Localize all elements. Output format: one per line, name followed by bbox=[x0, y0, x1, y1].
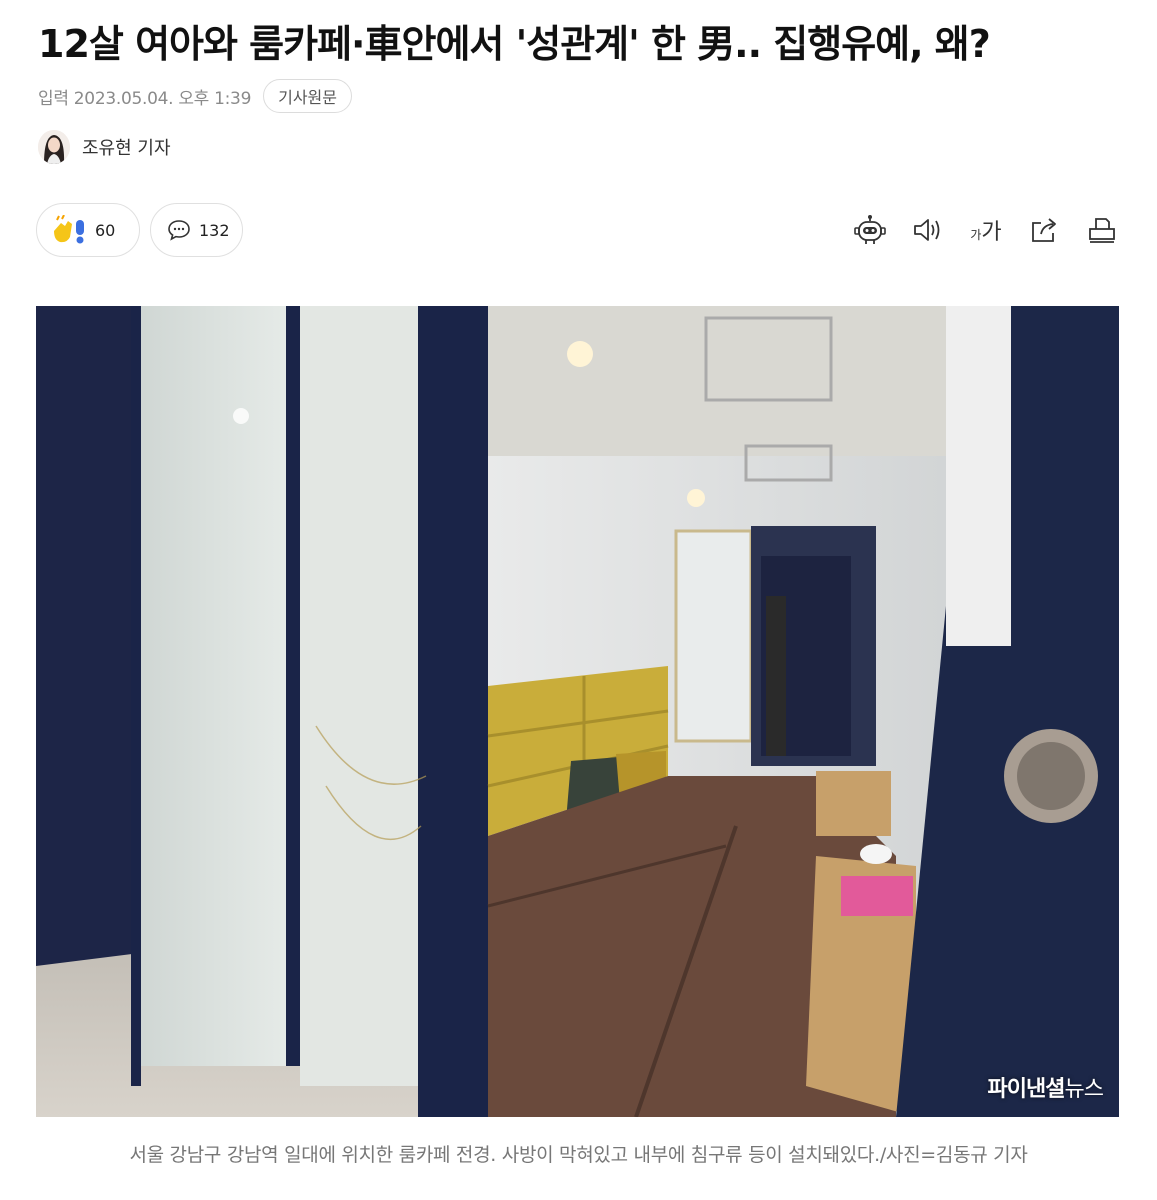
article-photo: 파이낸셜뉴스 bbox=[36, 306, 1119, 1117]
room-cafe-photo bbox=[36, 306, 1119, 1117]
speaker-icon bbox=[914, 219, 940, 241]
robot-icon bbox=[854, 215, 886, 244]
share-button[interactable] bbox=[1025, 210, 1063, 250]
like-count: 60 bbox=[95, 220, 116, 240]
comment-icon bbox=[167, 219, 191, 241]
like-reaction-button[interactable]: 60 bbox=[36, 203, 140, 257]
comment-count: 132 bbox=[199, 220, 230, 240]
article-title: 12살 여아와 룸카페·車안에서 '성관계' 한 男.. 집행유예, 왜? bbox=[38, 22, 991, 66]
publish-date: 입력 2023.05.04. 오후 1:39 bbox=[38, 88, 252, 109]
print-icon bbox=[1089, 218, 1115, 243]
share-icon bbox=[1032, 218, 1056, 242]
avatar bbox=[38, 130, 70, 164]
original-article-button[interactable]: 기사원문 bbox=[263, 79, 352, 113]
listen-button[interactable] bbox=[909, 210, 947, 250]
photo-watermark: 파이낸셜뉴스 bbox=[987, 1077, 1104, 1102]
print-button[interactable] bbox=[1083, 210, 1121, 250]
font-size-icon: 가가 bbox=[970, 220, 1002, 245]
font-size-button[interactable]: 가가 bbox=[967, 210, 1005, 250]
article-meta: 입력 2023.05.04. 오후 1:39 기사원문 bbox=[38, 78, 352, 114]
article-toolbar: 가가 bbox=[831, 210, 1121, 250]
clap-exclaim-icon bbox=[51, 215, 89, 245]
author-info[interactable]: 조유현 기자 bbox=[38, 130, 171, 164]
summary-bot-button[interactable] bbox=[851, 210, 889, 250]
author-name: 조유현 기자 bbox=[82, 138, 171, 159]
comment-button[interactable]: 132 bbox=[150, 203, 243, 257]
photo-caption: 서울 강남구 강남역 일대에 위치한 룸카페 전경. 사방이 막혀있고 내부에 … bbox=[129, 1144, 1028, 1166]
